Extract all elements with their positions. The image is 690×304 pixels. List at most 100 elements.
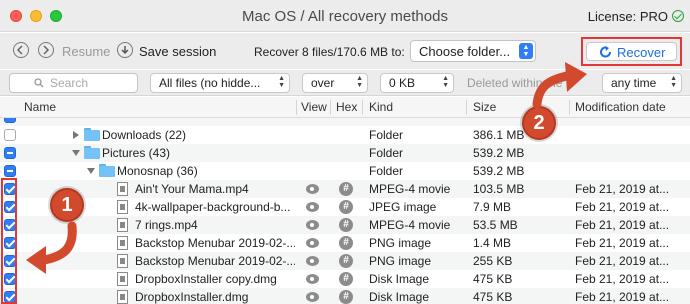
curved-arrow-icon: [26, 221, 77, 274]
table-row[interactable]: 4k-wallpaper-background-b... # JPEG imag…: [0, 198, 690, 216]
hex-view-icon[interactable]: #: [339, 254, 353, 268]
table-row[interactable]: Downloads (22) Folder 386.1 MB: [0, 126, 690, 144]
resume-button[interactable]: Resume: [62, 44, 110, 59]
table-row[interactable]: DropboxInstaller copy.dmg # Disk Image 4…: [0, 270, 690, 288]
hex-view-icon[interactable]: #: [339, 218, 353, 232]
file-name: Monosnap (36): [117, 164, 198, 178]
hex-view-icon[interactable]: #: [339, 236, 353, 250]
select-arrows-icon: ▲ ▼: [670, 75, 677, 89]
preview-eye-icon[interactable]: [306, 184, 319, 194]
file-size: 103.5 MB: [473, 182, 525, 196]
file-icon: [117, 200, 128, 214]
file-date: Feb 21, 2019 at...: [575, 218, 670, 232]
table-row[interactable]: 7 rings.mp4 # MPEG-4 movie 53.5 MB Feb 2…: [0, 216, 690, 234]
hex-view-icon[interactable]: #: [339, 272, 353, 286]
save-session-button[interactable]: Save session: [139, 44, 216, 59]
size-operator-select[interactable]: over ▲ ▼: [302, 73, 368, 93]
file-size: 475 KB: [473, 272, 513, 286]
file-icon: [117, 272, 128, 286]
size-value-select[interactable]: 0 KB ▲ ▼: [380, 73, 454, 93]
file-size: 539.2 MB: [473, 146, 525, 160]
file-name: Pictures (43): [102, 146, 171, 160]
table-row[interactable]: Backstop Menubar 2019-02-... # PNG image…: [0, 252, 690, 270]
file-kind: MPEG-4 movie: [369, 218, 451, 232]
hex-view-icon[interactable]: #: [339, 290, 353, 304]
row-checkbox[interactable]: [4, 129, 16, 141]
preview-eye-icon[interactable]: [306, 274, 319, 284]
file-date: Feb 21, 2019 at...: [575, 182, 670, 196]
folder-icon: [84, 128, 100, 141]
search-input[interactable]: Search: [9, 73, 138, 93]
table-row[interactable]: DropboxInstaller.dmg # Disk Image 475 KB…: [0, 288, 690, 304]
preview-eye-icon[interactable]: [306, 220, 319, 230]
file-size: 539.2 MB: [473, 164, 525, 178]
column-divider: [466, 100, 467, 115]
select-arrows-icon: ▲ ▼: [356, 75, 363, 89]
search-icon: [34, 78, 44, 88]
preview-eye-icon[interactable]: [306, 256, 319, 266]
folder-icon: [99, 164, 115, 177]
folder-icon: [84, 146, 100, 159]
hex-view-icon[interactable]: #: [339, 200, 353, 214]
file-date: Feb 21, 2019 at...: [575, 254, 670, 268]
column-divider: [330, 100, 331, 115]
file-date: Feb 21, 2019 at...: [575, 236, 670, 250]
row-checkbox[interactable]: [4, 147, 16, 159]
table-row[interactable]: Ain't Your Mama.mp4 # MPEG-4 movie 103.5…: [0, 180, 690, 198]
file-size: 255 KB: [473, 254, 513, 268]
file-size: 53.5 MB: [473, 218, 518, 232]
select-arrows-icon: ▲ ▼: [278, 75, 285, 89]
table-row[interactable]: Backstop Menubar 2019-02-... # PNG image…: [0, 234, 690, 252]
time-select[interactable]: any time ▲ ▼: [602, 73, 682, 93]
row-checkbox[interactable]: [4, 165, 16, 177]
file-name: Ain't Your Mama.mp4: [135, 182, 249, 196]
curved-arrow-icon: [532, 62, 587, 109]
hex-view-icon[interactable]: #: [339, 182, 353, 196]
file-date: Feb 21, 2019 at...: [575, 200, 670, 214]
preview-eye-icon[interactable]: [306, 292, 319, 302]
disclosure-triangle-icon[interactable]: [87, 168, 95, 174]
file-kind: JPEG image: [369, 200, 437, 214]
download-arrow-icon: [121, 46, 129, 55]
row-checkbox[interactable]: [4, 118, 16, 123]
recover-label: Recover: [617, 45, 666, 60]
save-session-icon[interactable]: [117, 42, 133, 58]
file-date: Feb 21, 2019 at...: [575, 272, 670, 286]
column-view[interactable]: View: [301, 100, 327, 114]
destination-select[interactable]: Choose folder... ▲ ▼: [410, 40, 536, 62]
file-name: Downloads (22): [102, 128, 187, 142]
file-kind: PNG image: [369, 236, 432, 250]
disclosure-triangle-icon[interactable]: [73, 131, 79, 139]
file-icon: [117, 218, 128, 232]
license-label: License: PRO: [587, 9, 668, 24]
column-divider: [362, 100, 363, 115]
column-kind[interactable]: Kind: [369, 100, 393, 114]
file-name: DropboxInstaller.dmg: [135, 290, 249, 304]
file-kind: Folder: [369, 164, 404, 178]
file-icon: [117, 290, 128, 304]
file-type-filter[interactable]: All files (no hidde... ▲ ▼: [150, 73, 290, 93]
chevron-left-icon: [16, 45, 23, 55]
table-row[interactable]: Monosnap (36) Folder 539.2 MB: [0, 162, 690, 180]
file-size: 386.1 MB: [473, 128, 525, 142]
file-size: 7.9 MB: [473, 200, 512, 214]
file-size: 1.4 MB: [473, 236, 512, 250]
column-name[interactable]: Name: [24, 100, 56, 114]
preview-eye-icon[interactable]: [306, 238, 319, 248]
forward-button[interactable]: [38, 42, 54, 58]
file-date: Feb 21, 2019 at...: [575, 290, 670, 304]
back-button[interactable]: [13, 42, 29, 58]
file-kind: Folder: [369, 146, 404, 160]
file-icon: [117, 236, 128, 250]
file-name: Backstop Menubar 2019-02-...: [135, 254, 295, 268]
file-kind: Folder: [369, 128, 404, 142]
column-divider: [296, 100, 297, 115]
file-icon: [117, 254, 128, 268]
destination-value: Choose folder...: [419, 44, 511, 59]
table-row[interactable]: Pictures (43) Folder 539.2 MB: [0, 144, 690, 162]
disclosure-triangle-icon[interactable]: [72, 150, 80, 156]
preview-eye-icon[interactable]: [306, 202, 319, 212]
column-hex[interactable]: Hex: [336, 100, 357, 114]
time-value: any time: [611, 76, 657, 90]
column-size[interactable]: Size: [473, 100, 496, 114]
